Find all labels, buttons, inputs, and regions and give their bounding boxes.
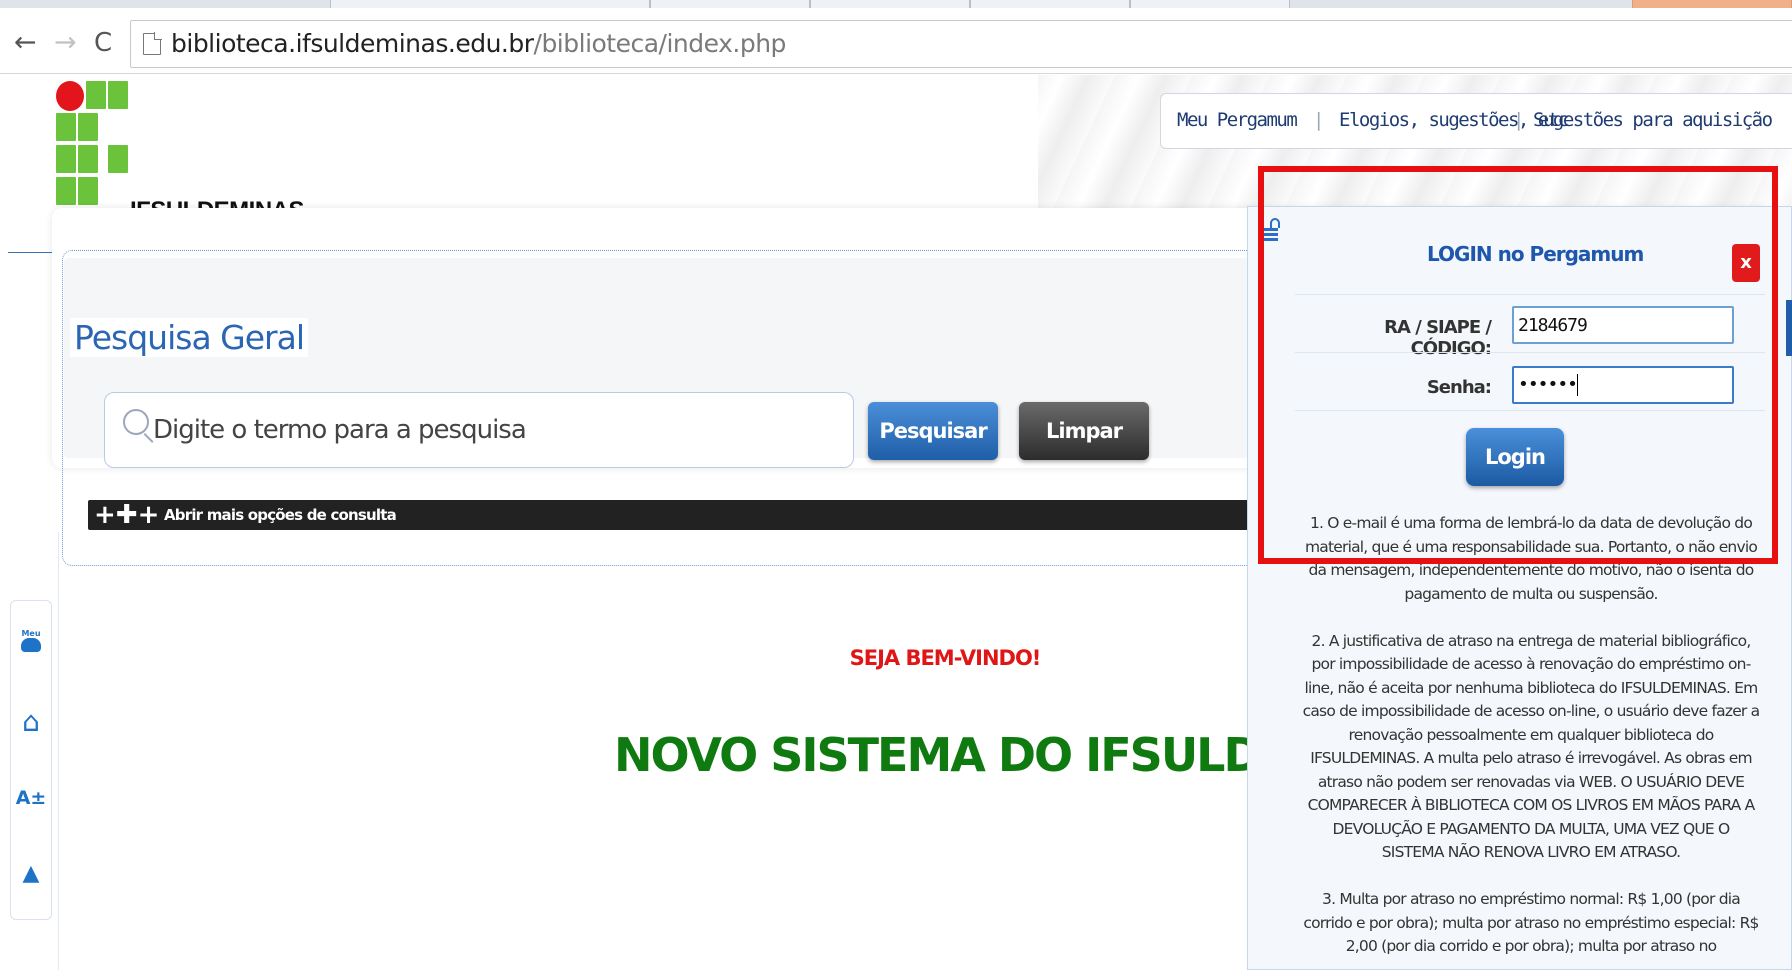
top-links: Meu Pergamum | Elogios, sugestões, etc |… (1160, 93, 1792, 149)
home-icon[interactable]: ⌂ (11, 707, 51, 737)
logo-square (108, 145, 128, 173)
login-notes: 1. O e-mail é uma forma de lembrá-lo da … (1302, 512, 1761, 970)
search-legend: Pesquisa Geral (70, 318, 308, 357)
logo-square (56, 177, 76, 205)
logo-square (78, 113, 98, 141)
browser-tab[interactable] (810, 0, 970, 8)
search-placeholder: Digite o termo para a pesquisa (153, 415, 527, 445)
meu-label: Meu (21, 629, 41, 638)
url-path: /biblioteca/index.php (533, 29, 787, 58)
link-sugestoes[interactable]: Sugestões para aquisição (1533, 109, 1773, 131)
font-size-icon[interactable]: A± (11, 787, 51, 809)
browser-tab[interactable] (1130, 0, 1290, 8)
plus-icon: +✚+ (94, 500, 160, 530)
highlight-box (1258, 166, 1778, 564)
logo-square (78, 177, 98, 205)
page-icon (143, 32, 162, 55)
reload-icon[interactable]: C (94, 28, 112, 58)
clear-button[interactable]: Limpar (1019, 402, 1149, 460)
url-host: biblioteca.ifsuldeminas.edu.br (171, 29, 534, 58)
tab-strip (0, 0, 1792, 8)
search-icon (123, 409, 149, 435)
browser-tab[interactable] (970, 0, 1130, 8)
forward-arrow-icon[interactable]: → (54, 28, 77, 58)
browser-tab[interactable] (1632, 0, 1792, 8)
logo-square (56, 113, 76, 141)
url-text[interactable]: biblioteca.ifsuldeminas.edu.br/bibliotec… (171, 29, 786, 59)
logo-square (108, 81, 128, 109)
meu-pergamum-shortcut[interactable]: Meu (11, 629, 51, 652)
logo-square (56, 145, 76, 173)
logo-square (78, 145, 98, 173)
logo-red-dot (56, 81, 84, 111)
note-3: 3. Multa por atraso no empréstimo normal… (1303, 890, 1759, 955)
link-separator: | (1513, 109, 1524, 131)
back-arrow-icon[interactable]: ← (14, 28, 37, 58)
scroll-top-icon[interactable]: ▲ (11, 861, 51, 886)
more-options-label: Abrir mais opções de consulta (164, 506, 397, 524)
link-separator: | (1313, 109, 1324, 131)
search-input[interactable]: Digite o termo para a pesquisa (104, 392, 854, 468)
right-edge-tab (1786, 300, 1792, 356)
search-button[interactable]: Pesquisar (868, 402, 998, 460)
logo-square (86, 81, 106, 109)
note-2: 2. A justificativa de atraso na entrega … (1302, 631, 1761, 862)
content-border (58, 532, 59, 970)
link-meu-pergamum[interactable]: Meu Pergamum (1177, 109, 1298, 131)
address-bar[interactable]: biblioteca.ifsuldeminas.edu.br/bibliotec… (130, 20, 1792, 68)
side-toolbar: Meu ⌂ A± ▲ (10, 600, 52, 920)
browser-tab[interactable] (330, 0, 650, 8)
welcome-text: SEJA BEM-VINDO! (849, 646, 1042, 670)
browser-tab[interactable] (650, 0, 810, 8)
user-icon (21, 638, 41, 652)
browser-toolbar: ← → C biblioteca.ifsuldeminas.edu.br/bib… (0, 8, 1792, 74)
